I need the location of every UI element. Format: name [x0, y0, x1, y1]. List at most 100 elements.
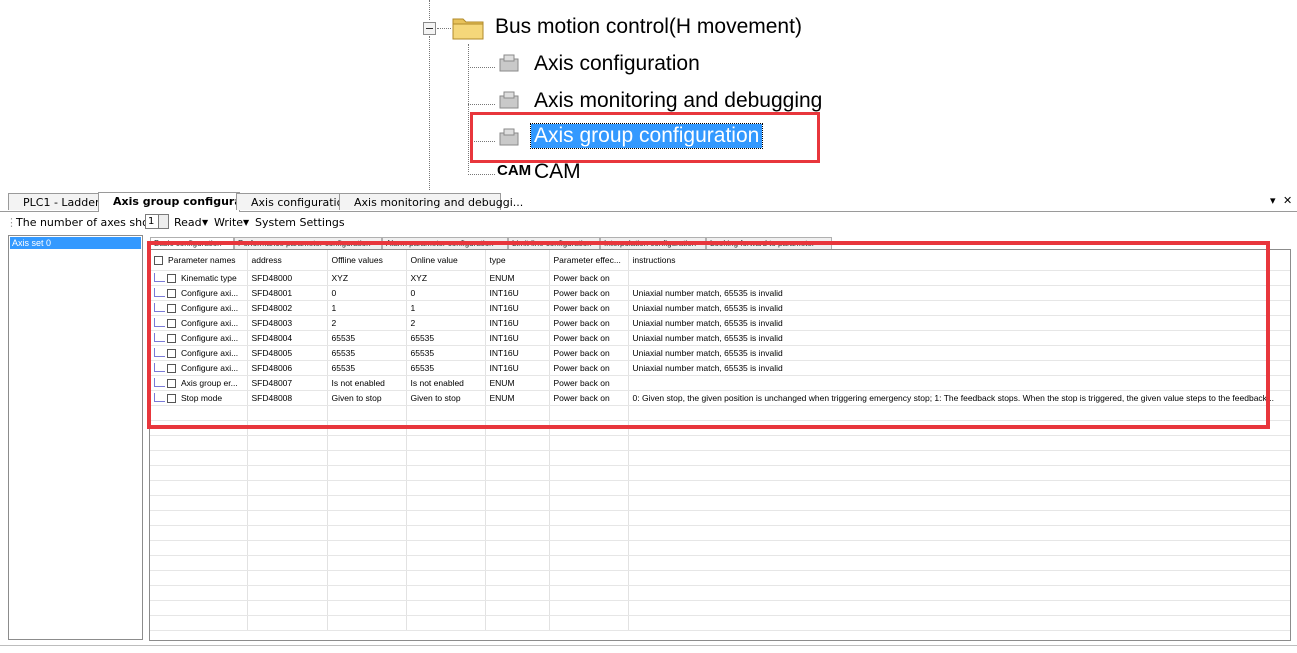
read-button[interactable]: Read — [174, 216, 202, 229]
axes-count-stepper[interactable]: 1 — [145, 214, 169, 229]
tab-axis-monitoring[interactable]: Axis monitoring and debuggi... — [339, 193, 523, 210]
empty-cell — [628, 555, 1290, 571]
empty-cell — [628, 600, 1290, 616]
write-dropdown-icon[interactable]: ▼ — [243, 218, 249, 227]
empty-cell — [247, 450, 328, 466]
empty-cell — [150, 480, 248, 496]
empty-cell — [628, 465, 1290, 481]
document-tabs: PLC1 - Ladder Axis group configuration A… — [0, 191, 1297, 212]
empty-cell — [549, 600, 629, 616]
empty-cell — [406, 525, 486, 541]
empty-cell — [549, 450, 629, 466]
empty-cell — [406, 555, 486, 571]
empty-cell — [406, 510, 486, 526]
empty-cell — [327, 570, 407, 586]
empty-cell — [549, 540, 629, 556]
empty-cell — [150, 555, 248, 571]
write-button[interactable]: Write — [214, 216, 243, 229]
empty-cell — [549, 585, 629, 601]
empty-cell — [406, 585, 486, 601]
empty-cell — [327, 525, 407, 541]
empty-cell — [406, 450, 486, 466]
empty-cell — [247, 585, 328, 601]
empty-row — [150, 525, 1290, 541]
empty-row — [150, 615, 1290, 631]
empty-cell — [485, 465, 550, 481]
axes-shown-label: The number of axes shown — [16, 216, 165, 229]
empty-cell — [628, 570, 1290, 586]
empty-row — [150, 540, 1290, 556]
empty-cell — [247, 510, 328, 526]
empty-cell — [485, 570, 550, 586]
toolbar: ⋮ The number of axes shown 1 Read ▼ Writ… — [0, 212, 1297, 232]
empty-cell — [150, 615, 248, 631]
empty-cell — [247, 435, 328, 451]
empty-row — [150, 435, 1290, 451]
empty-cell — [406, 540, 486, 556]
empty-cell — [150, 495, 248, 511]
empty-cell — [628, 585, 1290, 601]
folder-icon — [452, 18, 484, 40]
system-settings-button[interactable]: System Settings — [255, 216, 345, 229]
highlight-box-grid — [147, 241, 1270, 429]
empty-cell — [327, 465, 407, 481]
empty-cell — [549, 525, 629, 541]
empty-cell — [549, 510, 629, 526]
empty-cell — [549, 465, 629, 481]
tab-axis-configuration[interactable]: Axis configuration — [236, 193, 350, 210]
empty-cell — [628, 540, 1290, 556]
empty-cell — [327, 540, 407, 556]
empty-cell — [150, 570, 248, 586]
empty-cell — [628, 495, 1290, 511]
empty-cell — [327, 600, 407, 616]
empty-cell — [485, 495, 550, 511]
empty-cell — [327, 555, 407, 571]
tree-root-label[interactable]: Bus motion control(H movement) — [495, 15, 802, 39]
empty-cell — [628, 450, 1290, 466]
read-dropdown-icon[interactable]: ▼ — [202, 218, 208, 227]
empty-cell — [406, 600, 486, 616]
tab-axis-group-configuration[interactable]: Axis group configuration — [98, 192, 266, 212]
empty-row — [150, 570, 1290, 586]
empty-cell — [485, 450, 550, 466]
empty-cell — [549, 435, 629, 451]
empty-cell — [628, 615, 1290, 631]
empty-row — [150, 450, 1290, 466]
gear-icon — [499, 54, 519, 72]
empty-row — [150, 585, 1290, 601]
empty-cell — [406, 615, 486, 631]
empty-cell — [247, 615, 328, 631]
empty-cell — [549, 570, 629, 586]
list-item-axis-set-0[interactable]: Axis set 0 — [10, 237, 141, 249]
tab-plc1-ladder[interactable]: PLC1 - Ladder — [8, 193, 102, 210]
empty-cell — [247, 480, 328, 496]
empty-row — [150, 465, 1290, 481]
tab-dropdown-icon[interactable]: ▾ — [1270, 194, 1276, 207]
empty-cell — [406, 435, 486, 451]
gear-icon — [499, 91, 519, 109]
empty-cell — [327, 585, 407, 601]
empty-cell — [150, 435, 248, 451]
cam-icon: CAM — [497, 162, 532, 179]
empty-cell — [406, 570, 486, 586]
close-icon[interactable]: ✕ — [1283, 194, 1292, 207]
empty-cell — [247, 600, 328, 616]
empty-cell — [150, 540, 248, 556]
empty-row — [150, 600, 1290, 616]
empty-cell — [628, 435, 1290, 451]
empty-cell — [327, 450, 407, 466]
collapse-icon[interactable] — [423, 22, 436, 35]
empty-cell — [485, 615, 550, 631]
empty-cell — [150, 585, 248, 601]
empty-cell — [247, 495, 328, 511]
empty-cell — [247, 555, 328, 571]
empty-cell — [628, 480, 1290, 496]
empty-cell — [327, 480, 407, 496]
empty-cell — [628, 525, 1290, 541]
tree-item-cam[interactable]: CAM — [534, 160, 581, 184]
empty-cell — [485, 525, 550, 541]
tree-item-axis-monitoring[interactable]: Axis monitoring and debugging — [534, 89, 822, 113]
empty-cell — [150, 450, 248, 466]
empty-row — [150, 510, 1290, 526]
tree-item-axis-configuration[interactable]: Axis configuration — [534, 52, 700, 76]
